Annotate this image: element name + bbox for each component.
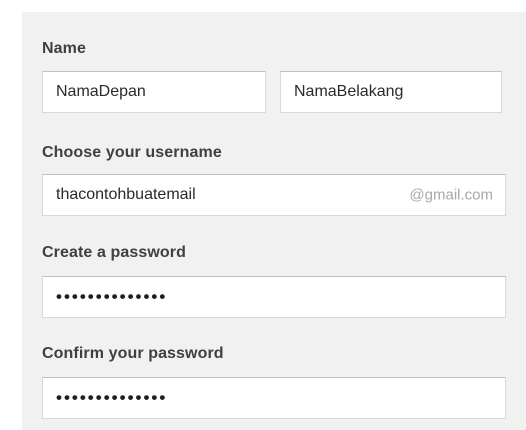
name-label: Name	[42, 40, 86, 57]
username-value: thacontohbuatemail	[56, 186, 196, 203]
confirm-password-label: Confirm your password	[42, 345, 224, 362]
last-name-input[interactable]: NamaBelakang	[280, 71, 502, 113]
password-input[interactable]: ••••••••••••••	[42, 276, 506, 318]
confirm-password-input[interactable]: ••••••••••••••	[42, 377, 506, 419]
confirm-password-masked-value: ••••••••••••••	[56, 388, 168, 407]
gmail-domain-suffix: @gmail.com	[409, 186, 493, 204]
password-label: Create a password	[42, 244, 186, 261]
last-name-value: NamaBelakang	[294, 83, 404, 100]
first-name-input[interactable]: NamaDepan	[42, 71, 266, 113]
username-input[interactable]: thacontohbuatemail @gmail.com	[42, 174, 506, 216]
first-name-value: NamaDepan	[56, 83, 146, 100]
password-masked-value: ••••••••••••••	[56, 287, 168, 306]
username-label: Choose your username	[42, 144, 222, 161]
